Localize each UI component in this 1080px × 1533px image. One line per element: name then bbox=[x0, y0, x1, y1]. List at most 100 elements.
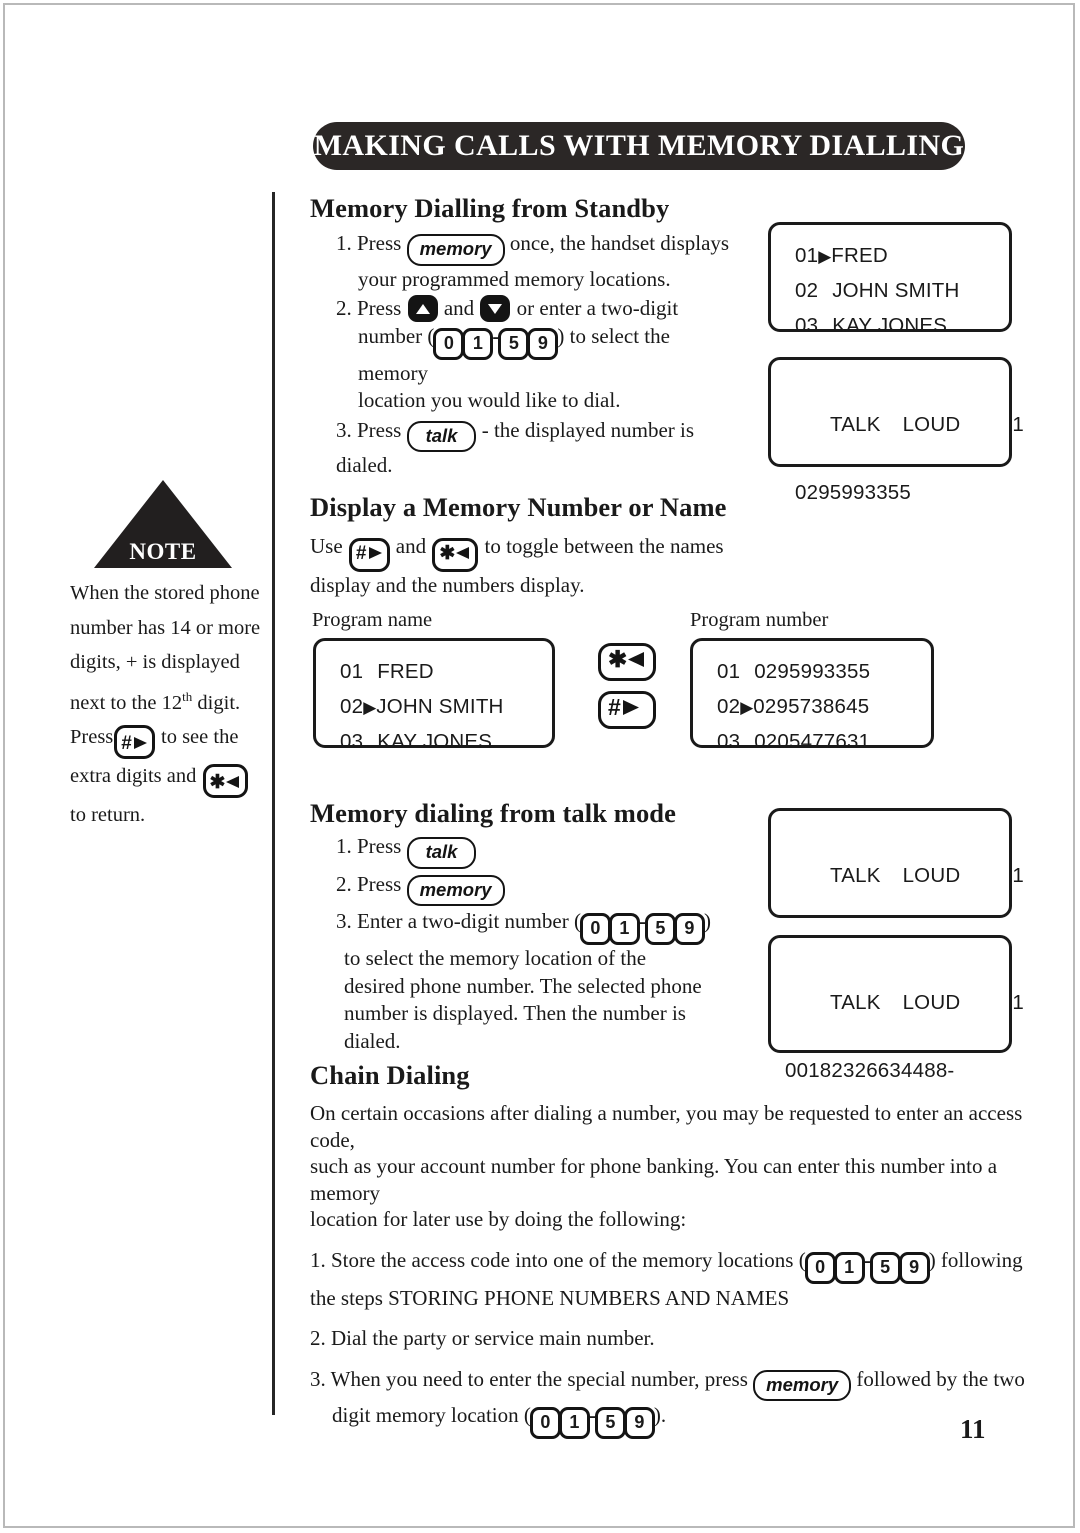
toggle-keys-group: ✱ # bbox=[597, 643, 657, 739]
note-line-4-prefix: next to the 12 bbox=[70, 691, 183, 714]
label-program-name: Program name bbox=[312, 609, 433, 631]
display-text-line2: display and the numbers display. bbox=[310, 573, 585, 597]
label-program-number: Program number bbox=[690, 609, 829, 631]
chain-step3-prefix: 3. When you need to enter the special nu… bbox=[310, 1366, 748, 1391]
digit-key-0-icon[interactable]: 0 bbox=[433, 327, 465, 360]
cursor-icon bbox=[363, 663, 377, 682]
lcd-row-index: 01 bbox=[340, 660, 364, 683]
talk-key-icon[interactable]: talk bbox=[406, 420, 477, 452]
lcd-row: 01 FRED bbox=[340, 655, 552, 690]
standby-step3-prefix: 3. Press bbox=[336, 417, 402, 442]
digit-key-1-icon[interactable]: 1 bbox=[558, 1407, 590, 1439]
chain-step3-line2-prefix: digit memory location ( bbox=[332, 1403, 531, 1427]
chain-intro-line3: location for later use by doing the foll… bbox=[310, 1207, 687, 1231]
section-memory-dialing-talk-mode: Memory dialing from talk mode 1. Press t… bbox=[310, 798, 730, 1055]
note-line-4-suffix: digit. bbox=[192, 691, 241, 714]
chain-dialing-intro: On certain occasions after dialing a num… bbox=[310, 1100, 1026, 1233]
memory-key-icon[interactable]: memory bbox=[406, 874, 505, 906]
chain-step3-line2-suffix: ). bbox=[653, 1403, 667, 1427]
chain-step1-prefix: 1. Store the access code into one of the… bbox=[310, 1247, 806, 1272]
section-chain-dialing: Chain Dialing On certain occasions after… bbox=[310, 1060, 1026, 1439]
note-ordinal-suffix: th bbox=[182, 688, 193, 704]
lcd-status-loud: LOUD bbox=[902, 864, 961, 887]
right-triangle-icon bbox=[133, 736, 147, 749]
talkmode-step1-prefix: 1. Press bbox=[336, 834, 402, 858]
page-number: 11 bbox=[960, 1414, 986, 1444]
lcd-row: 03 KAY JONES bbox=[340, 725, 552, 760]
talkmode-step3-line4: number is displayed. Then the number is … bbox=[344, 1001, 686, 1053]
lcd-talkmode-empty: TALKLOUD1 - bbox=[768, 808, 1024, 955]
note-label: NOTE bbox=[129, 539, 197, 564]
standby-step3-line2: dialed. bbox=[336, 453, 393, 477]
digit-key-1-icon[interactable]: 1 bbox=[833, 1251, 865, 1284]
lcd-row: 02▶JOHN SMITH bbox=[340, 690, 552, 725]
hash-right-key-icon[interactable]: # bbox=[598, 691, 657, 729]
hash-glyph: # bbox=[121, 732, 132, 754]
digit-key-9-icon[interactable]: 9 bbox=[623, 1407, 655, 1439]
talkmode-step3-line3: desired phone number. The selected phone bbox=[344, 973, 702, 998]
lcd-row-text: 0295993355 bbox=[754, 660, 871, 683]
talkmode-step3-line2: to select the memory location of the bbox=[344, 946, 647, 970]
column-divider-rule bbox=[272, 192, 275, 1415]
lcd-status-talk: TALK bbox=[830, 864, 881, 887]
digit-key-1-icon[interactable]: 1 bbox=[608, 913, 640, 945]
standby-steps-list: 1. Press memory once, the handset displa… bbox=[310, 230, 740, 480]
lcd-status-row: TALK LOUD 1 bbox=[795, 825, 1024, 927]
star-left-key-icon[interactable]: ✱ bbox=[202, 763, 249, 798]
lcd-row: 03 0205477631 bbox=[717, 725, 931, 760]
lcd-row-index: 02 bbox=[340, 695, 364, 718]
hash-right-key-icon[interactable]: # bbox=[348, 538, 390, 572]
digit-key-5-icon[interactable]: 5 bbox=[869, 1251, 901, 1284]
display-text-prefix: Use bbox=[310, 534, 343, 558]
digit-key-9-icon[interactable]: 9 bbox=[527, 327, 559, 360]
digit-key-0-icon[interactable]: 0 bbox=[529, 1407, 561, 1439]
standby-step2-number-prefix: number ( bbox=[358, 323, 435, 348]
hash-glyph: # bbox=[608, 694, 621, 720]
lcd-status-loud: LOUD bbox=[902, 413, 961, 436]
note-line-6-prefix: extra digits and bbox=[70, 764, 197, 787]
lcd-row-text: KAY JONES bbox=[377, 730, 493, 753]
standby-step2-prefix: 2. Press bbox=[336, 296, 402, 320]
digit-key-9-icon[interactable]: 9 bbox=[898, 1251, 930, 1284]
lcd-status-talk: TALK bbox=[830, 413, 881, 436]
page-title: MAKING CALLS WITH MEMORY DIALLING bbox=[313, 129, 965, 162]
lcd-row: 02▶0295738645 bbox=[717, 690, 931, 725]
memory-key-icon[interactable]: memory bbox=[753, 1369, 852, 1401]
digit-key-5-icon[interactable]: 5 bbox=[594, 1407, 626, 1439]
lcd-row-index: 01 bbox=[795, 244, 819, 267]
heading-display-memory: Display a Memory Number or Name bbox=[310, 492, 727, 522]
digit-key-0-icon[interactable]: 0 bbox=[804, 1251, 836, 1284]
list-item: 2. Press and or enter a two-digit number… bbox=[310, 295, 740, 415]
down-arrow-key-icon[interactable] bbox=[480, 295, 511, 322]
digit-key-1-icon[interactable]: 1 bbox=[462, 327, 494, 360]
lcd-status-loud: LOUD bbox=[902, 991, 961, 1014]
lcd-program-name: 01 FRED 02▶JOHN SMITH 03 KAY JONES bbox=[313, 638, 555, 753]
note-line-5-prefix: Press bbox=[70, 725, 114, 748]
digit-key-9-icon[interactable]: 9 bbox=[673, 913, 705, 945]
note-triangle-icon: NOTE bbox=[92, 478, 234, 570]
cursor-icon bbox=[740, 733, 754, 752]
standby-step3-suffix: - the displayed number is bbox=[481, 417, 695, 442]
standby-step2-line2: number (0 1-5 9) to select the memory bbox=[336, 323, 740, 388]
hash-right-key-icon[interactable]: # bbox=[114, 724, 155, 759]
talk-key-icon[interactable]: talk bbox=[406, 837, 477, 869]
left-triangle-icon bbox=[628, 652, 645, 667]
up-arrow-key-icon[interactable] bbox=[407, 295, 438, 322]
chain-step1-line2: the steps STORING PHONE NUMBERS AND NAME… bbox=[310, 1285, 790, 1310]
standby-step1-suffix: once, the handset displays bbox=[509, 231, 730, 255]
lcd-row-index: 03 bbox=[717, 730, 741, 753]
talkmode-steps-list: 1. Press talk 2. Press memory 3. Enter a… bbox=[310, 833, 730, 1055]
cursor-icon bbox=[818, 282, 832, 301]
memory-key-icon[interactable]: memory bbox=[406, 234, 505, 266]
display-text-suffix: to toggle between the names bbox=[484, 534, 724, 558]
lcd-standby-memory-list: 01▶FRED 02 JOHN SMITH 03 KAY JONES bbox=[768, 222, 1012, 337]
star-glyph: ✱ bbox=[439, 543, 456, 564]
heading-memory-dialing-talk-mode: Memory dialing from talk mode bbox=[310, 798, 677, 828]
standby-step2-mid: and bbox=[443, 296, 475, 320]
digit-key-5-icon[interactable]: 5 bbox=[644, 913, 676, 945]
digit-key-0-icon[interactable]: 0 bbox=[579, 913, 611, 945]
star-left-key-icon[interactable]: ✱ bbox=[598, 643, 657, 681]
lcd-status-talk: TALK bbox=[830, 991, 881, 1014]
star-left-key-icon[interactable]: ✱ bbox=[432, 538, 479, 572]
digit-key-5-icon[interactable]: 5 bbox=[498, 327, 530, 360]
